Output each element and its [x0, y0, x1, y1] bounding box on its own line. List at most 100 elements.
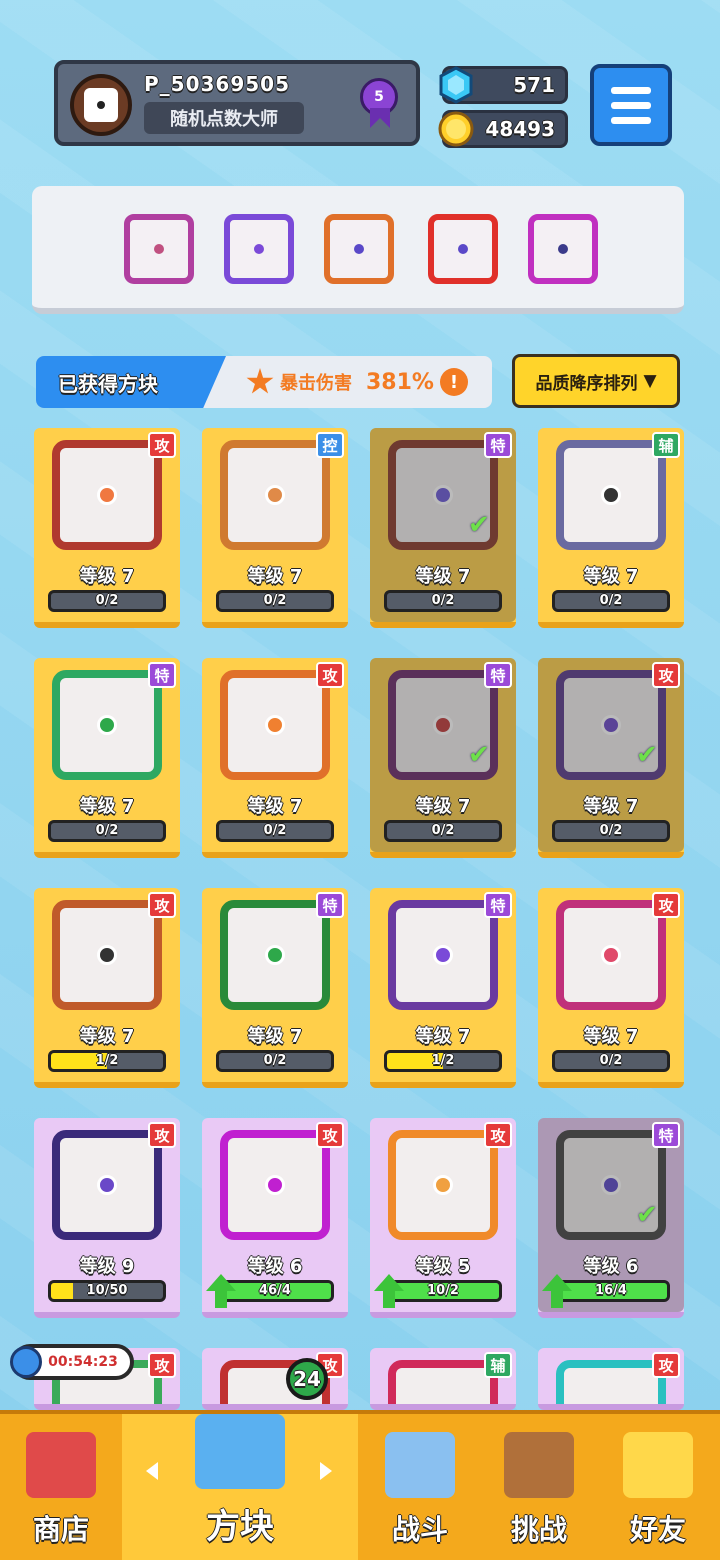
progress-text: 0/2	[599, 1053, 623, 1068]
dice-card[interactable]: 控等级 7 0/2	[202, 428, 348, 628]
dice-type-tag: 特	[652, 1122, 680, 1148]
dice-level: 等级 9	[79, 1256, 135, 1277]
dice-card[interactable]: 攻等级 6 46/4	[202, 1118, 348, 1318]
dice-pip-icon	[97, 715, 117, 735]
dice-type-tag: 辅	[652, 432, 680, 458]
dice-card[interactable]: 特 ✔ 等级 6 16/4	[538, 1118, 684, 1318]
dice-art	[52, 670, 162, 780]
dice-card[interactable]: 特 ✔ 等级 7 0/2	[370, 658, 516, 858]
upgrade-progress-bar: 1/2	[384, 1050, 502, 1072]
gold-value: 48493	[485, 117, 555, 141]
dice-card[interactable]: 攻	[538, 1348, 684, 1410]
equipped-dice-slot[interactable]	[428, 214, 498, 284]
gem-icon	[439, 66, 473, 104]
upgrade-progress-bar: 0/2	[216, 1050, 334, 1072]
nav-friends[interactable]: 好友	[596, 1414, 720, 1560]
sort-dropdown[interactable]: 品质降序排列 ▼	[512, 354, 680, 408]
progress-text: 0/2	[263, 1053, 287, 1068]
dice-card[interactable]: 辅	[370, 1348, 516, 1410]
gold-counter[interactable]: 48493	[438, 110, 568, 148]
coin-icon	[438, 111, 474, 147]
dice-level: 等级 7	[247, 796, 303, 817]
dice-card[interactable]: 攻等级 5 10/2	[370, 1118, 516, 1318]
dice-art	[556, 900, 666, 1010]
dice-card[interactable]: 攻等级 7 0/2	[202, 658, 348, 858]
dice-card[interactable]: 攻等级 7 0/2	[538, 888, 684, 1088]
dice-card[interactable]: 攻 ✔ 等级 7 0/2	[538, 658, 684, 858]
dice-card[interactable]: 特等级 7 1/2	[370, 888, 516, 1088]
upgrade-progress-bar: 0/2	[552, 820, 670, 842]
dice-art	[52, 900, 162, 1010]
dice-type-tag: 攻	[652, 892, 680, 918]
dice-card[interactable]: 特 ✔ 等级 7 0/2	[370, 428, 516, 628]
shield-sword-icon	[385, 1432, 455, 1498]
dice-type-tag: 攻	[148, 1352, 176, 1378]
player-name: P_50369505	[144, 72, 290, 96]
progress-text: 10/50	[86, 1283, 128, 1298]
upgrade-progress-bar: 0/2	[216, 590, 334, 612]
upgrade-progress-bar: 0/2	[552, 1050, 670, 1072]
dice-card[interactable]: 攻等级 7 0/2	[34, 428, 180, 628]
dice-level: 等级 5	[415, 1256, 471, 1277]
progress-text: 0/2	[599, 823, 623, 838]
dice-type-tag: 攻	[148, 432, 176, 458]
profile-panel[interactable]: P_50369505 随机点数大师 5	[54, 60, 420, 146]
dice-box-icon	[195, 1414, 285, 1489]
shop-timer: 00:54:23	[10, 1344, 134, 1380]
equipped-dice-slot[interactable]	[224, 214, 294, 284]
nav-dice[interactable]: 方块	[122, 1414, 358, 1560]
crit-damage-stat[interactable]: 暴击伤害 381% !	[246, 356, 468, 408]
dice-card[interactable]: 攻等级 9 10/50	[34, 1118, 180, 1318]
dice-card[interactable]: 辅等级 7 0/2	[538, 428, 684, 628]
dice-level: 等级 7	[415, 566, 471, 587]
nav-shop[interactable]: 商店	[0, 1414, 122, 1560]
dice-art	[556, 1360, 666, 1404]
dice-pip-icon	[433, 945, 453, 965]
dice-card[interactable]: 特等级 7 0/2	[34, 658, 180, 858]
equipped-dice-slot[interactable]	[528, 214, 598, 284]
gems-value: 571	[513, 73, 555, 97]
stopwatch-icon	[10, 1346, 42, 1378]
dice-level: 等级 6	[583, 1256, 639, 1277]
dice-art	[220, 670, 330, 780]
nav-battle[interactable]: 战斗	[358, 1414, 482, 1560]
progress-text: 0/2	[95, 593, 119, 608]
crit-burst-icon	[246, 368, 274, 394]
progress-text: 0/2	[263, 593, 287, 608]
checkmark-icon: ✔	[636, 740, 658, 770]
nav-challenge[interactable]: 挑战	[482, 1414, 596, 1560]
progress-text: 0/2	[263, 823, 287, 838]
menu-button[interactable]	[590, 64, 672, 146]
chest-count-badge: 24	[286, 1358, 328, 1400]
dice-card[interactable]: 攻等级 7 1/2	[34, 888, 180, 1088]
dice-art	[52, 440, 162, 550]
dice-type-tag: 控	[316, 432, 344, 458]
dice-type-tag: 攻	[148, 892, 176, 918]
avatar[interactable]	[70, 74, 132, 136]
dice-type-tag: 特	[484, 892, 512, 918]
dice-pip-icon	[558, 244, 568, 254]
dice-type-tag: 攻	[316, 662, 344, 688]
menu-line-icon	[611, 101, 651, 109]
gems-counter[interactable]: 571	[439, 66, 568, 104]
progress-text: 0/2	[599, 593, 623, 608]
dice-pip-icon	[601, 485, 621, 505]
dice-art	[220, 900, 330, 1010]
dice-art	[52, 1130, 162, 1240]
dice-type-tag: 辅	[484, 1352, 512, 1378]
nav-right-arrow-icon[interactable]	[320, 1462, 332, 1480]
menu-line-icon	[611, 116, 651, 124]
dice-pip-icon	[97, 485, 117, 505]
rank-medal-icon[interactable]: 5	[360, 78, 400, 130]
info-icon[interactable]: !	[439, 368, 468, 396]
dice-type-tag: 特	[148, 662, 176, 688]
dice-art	[220, 440, 330, 550]
equipped-dice-slot[interactable]	[324, 214, 394, 284]
dice-type-tag: 特	[316, 892, 344, 918]
nav-dice-label: 方块	[206, 1507, 274, 1547]
upgrade-progress-bar: 0/2	[384, 820, 502, 842]
nav-left-arrow-icon[interactable]	[146, 1462, 158, 1480]
dice-level: 等级 7	[415, 796, 471, 817]
dice-card[interactable]: 特等级 7 0/2	[202, 888, 348, 1088]
equipped-dice-slot[interactable]	[124, 214, 194, 284]
